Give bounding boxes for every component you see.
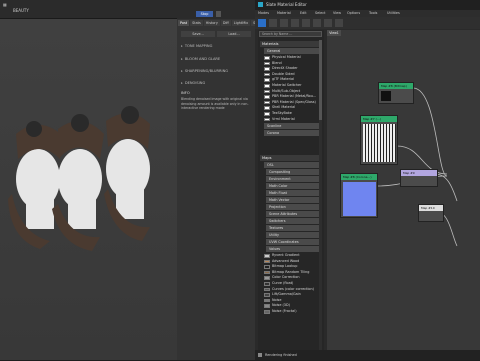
osl-item[interactable]: Math Color (266, 183, 322, 189)
render-settings-icon[interactable] (216, 11, 221, 17)
node-bitmap-2[interactable]: Map #7 (...) (360, 115, 398, 165)
osl-item[interactable]: Projection (266, 204, 322, 210)
render-title: BEAUTY (13, 8, 29, 13)
tab-lightmix[interactable]: LightMix (231, 20, 251, 26)
list-item[interactable]: Vrml Material (260, 117, 322, 123)
save-button[interactable]: Save... (181, 31, 215, 37)
slate-titlebar: Slate Material Editor (255, 0, 480, 10)
group-general[interactable]: General (264, 48, 322, 54)
tab-post[interactable]: Post (178, 20, 190, 26)
maps-header[interactable]: Maps (260, 155, 322, 161)
menu-view[interactable]: View (333, 11, 341, 15)
node-map-4[interactable]: Map #10 (418, 204, 444, 222)
section-sharpening[interactable]: SHARPENING/BLURRING (181, 68, 251, 74)
menu-select[interactable]: Select (315, 11, 325, 15)
section-bloom-glare[interactable]: BLOOM AND GLARE (181, 56, 251, 62)
maps-list: Maps OSL Compositing Environment Math Co… (260, 154, 322, 315)
osl-item[interactable]: Utility (266, 232, 322, 238)
osl-item[interactable]: UVW Coordinates (266, 239, 322, 245)
group-corona[interactable]: Corona (264, 130, 322, 137)
load-button[interactable]: Load... (217, 31, 251, 37)
info-text: Blending denoised image with original vi… (181, 97, 249, 111)
section-denoising[interactable]: DENOISING (181, 80, 251, 86)
osl-item[interactable]: Math Vector (266, 197, 322, 203)
tab-history[interactable]: History (203, 20, 220, 26)
stop-button[interactable]: Stop (196, 11, 213, 17)
status-text: Rendering finished (265, 353, 297, 357)
pan-tool-icon[interactable] (269, 19, 277, 27)
show-map-icon[interactable] (313, 19, 321, 27)
select-tool-icon[interactable] (258, 19, 266, 27)
assign-material-icon[interactable] (291, 19, 299, 27)
osl-item[interactable]: Textures (266, 225, 322, 231)
node-map-3[interactable]: Map #9 (400, 169, 438, 187)
layout-icon[interactable] (324, 19, 332, 27)
grid-icon[interactable]: ▦ (3, 2, 7, 7)
osl-item[interactable]: Environment (266, 176, 322, 182)
tab-stats[interactable]: Stats (190, 20, 203, 26)
menu-bar: Modes Material Edit Select View Options … (255, 10, 480, 17)
menu-options[interactable]: Options (347, 11, 360, 15)
osl-item[interactable]: Scene Attributes (266, 211, 322, 217)
section-tone-mapping[interactable]: TONE MAPPING (181, 43, 251, 49)
node-corona-material[interactable]: Map #8 (Corona...) (340, 173, 378, 218)
menu-tools[interactable]: Tools (369, 11, 377, 15)
render-toolbar: ▦ BEAUTY (0, 0, 177, 19)
fb-tabs: PostStatsHistoryDiffLightMixStamp (178, 20, 267, 26)
tab-diff[interactable]: Diff (220, 20, 231, 26)
hide-icon[interactable] (335, 19, 343, 27)
search-input[interactable]: Search by Name ... (259, 31, 322, 37)
materials-header[interactable]: Materials (260, 41, 322, 47)
group-osl[interactable]: OSL (264, 162, 322, 168)
window-title: Slate Material Editor (266, 2, 307, 7)
status-bar: Rendering finished (255, 350, 480, 360)
info-label: INFO (181, 91, 190, 95)
menu-utilities[interactable]: Utilities (387, 11, 400, 15)
browser-scrollbar[interactable] (319, 40, 322, 350)
menu-edit[interactable]: Edit (300, 11, 307, 15)
list-item[interactable]: Noise (Fractal) (260, 309, 322, 315)
osl-item[interactable]: Switchers (266, 218, 322, 224)
menu-material[interactable]: Material (277, 11, 291, 15)
slate-toolbar (255, 17, 480, 29)
node-bitmap-1[interactable]: Map #8 (Bitmap) (378, 82, 414, 104)
delete-icon[interactable] (302, 19, 310, 27)
group-scanline[interactable]: Scanline (264, 123, 322, 130)
zoom-tool-icon[interactable] (280, 19, 288, 27)
menu-modes[interactable]: Modes (258, 11, 269, 15)
status-icon (258, 353, 262, 357)
osl-item[interactable]: Math Float (266, 190, 322, 196)
render-image (0, 19, 177, 360)
osl-item[interactable]: Compositing (266, 169, 322, 175)
materials-list: Materials General Physical Material Blen… (260, 40, 322, 137)
osl-item[interactable]: Values (266, 246, 322, 252)
app-icon (258, 2, 263, 7)
